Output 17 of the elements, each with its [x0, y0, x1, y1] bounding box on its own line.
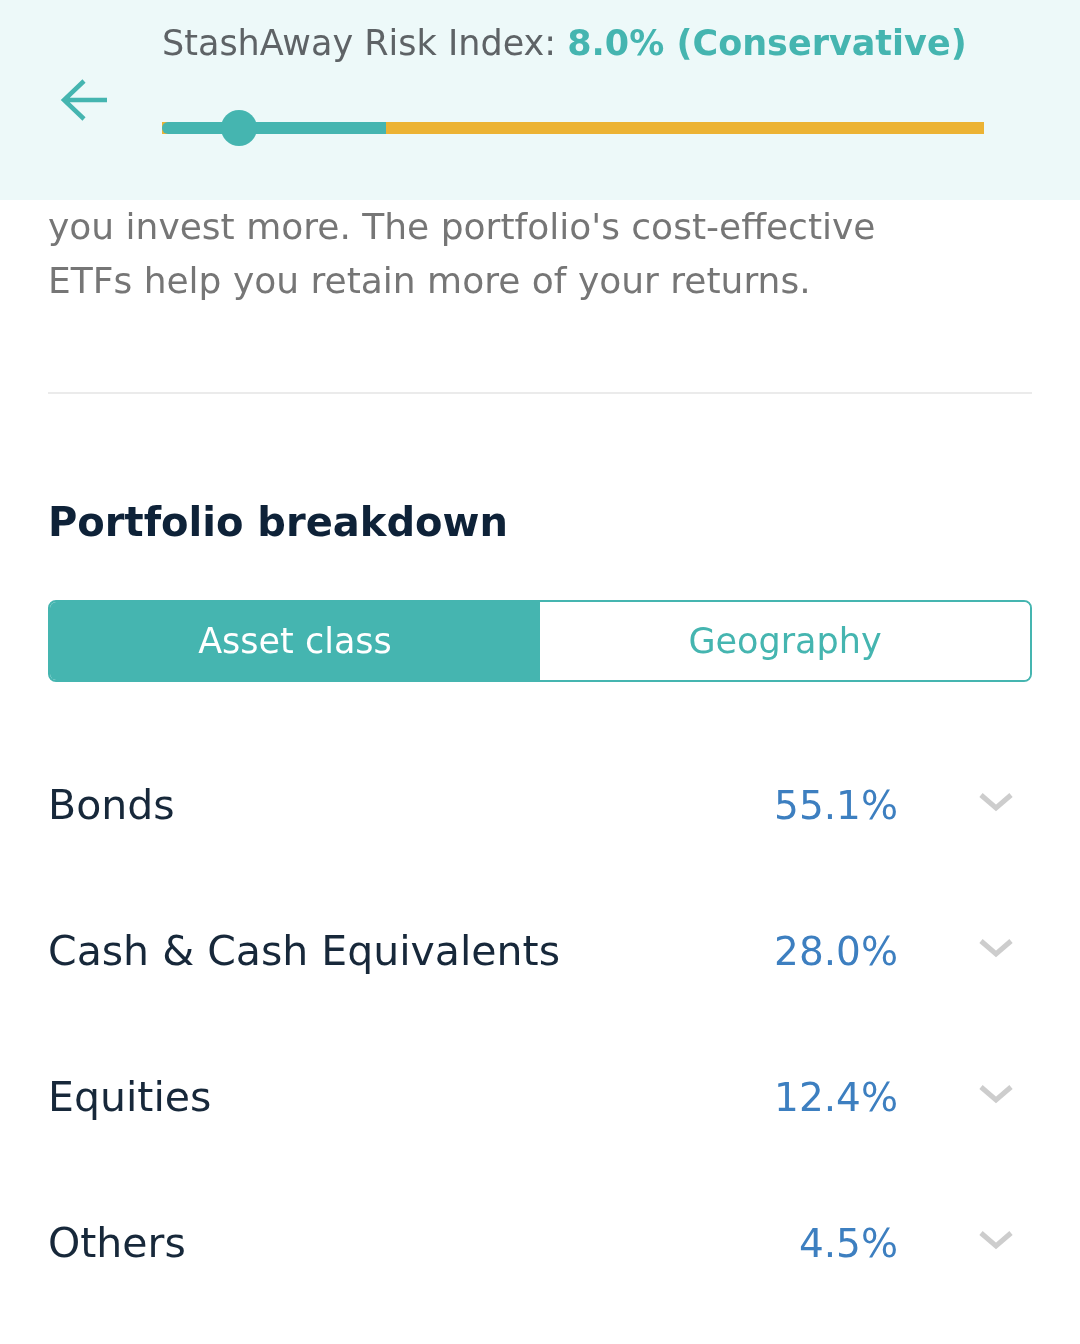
intro-paragraph: you invest more. The portfolio's cost-effective ETFs help you retain more of your returns. [48, 205, 877, 303]
tab[interactable]: Asset class [50, 602, 540, 680]
asset-class-label: Equities [48, 1073, 213, 1121]
chevron-down-icon[interactable] [978, 1084, 1014, 1104]
chevron-down-icon[interactable] [978, 792, 1014, 812]
chevron-down-icon[interactable] [978, 938, 1014, 958]
asset-class-label: Bonds [48, 781, 176, 829]
risk-index-title: StashAway Risk Index: 8.0% (Conservative) [162, 22, 968, 65]
asset-class-label: Others [48, 1219, 187, 1267]
percentage-value: 12.4% [774, 1074, 898, 1120]
section-heading: Portfolio breakdown [48, 498, 509, 547]
percentage-value: 28.0% [774, 928, 898, 974]
chevron-down-icon[interactable] [978, 1230, 1014, 1250]
back-arrow-icon [60, 78, 108, 122]
asset-class-label: Cash & Cash Equivalents [48, 927, 561, 975]
percentage-value: 55.1% [774, 782, 898, 828]
percentage-value: 4.5% [798, 1220, 898, 1266]
